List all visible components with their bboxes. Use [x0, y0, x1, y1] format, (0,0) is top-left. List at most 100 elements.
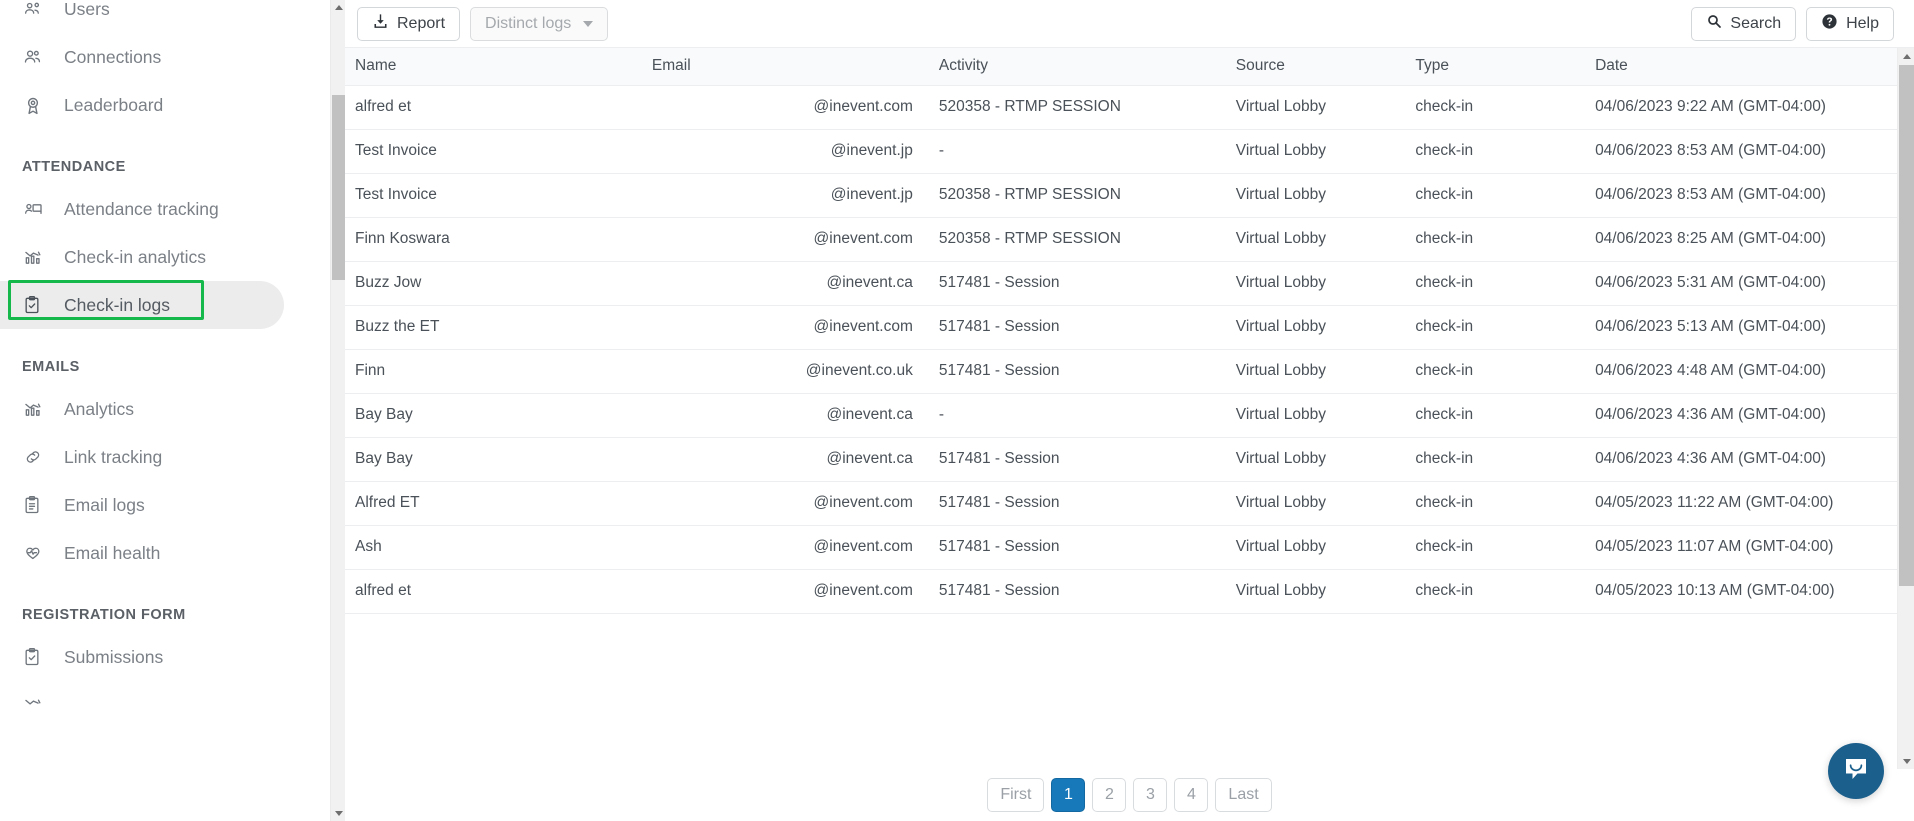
table-row[interactable]: Buzz the ET @inevent.com 517481 - Session V…	[345, 305, 1897, 350]
sidebar-item-label: Connections	[64, 46, 162, 67]
cell-activity: 517481 - Session	[928, 525, 1226, 570]
pagination-page-4[interactable]: 4	[1174, 778, 1209, 812]
cell-activity: 517481 - Session	[928, 569, 1226, 614]
cell-type: check-in	[1405, 129, 1586, 174]
table-header: Name Email Activity Source Type Date	[345, 48, 1897, 86]
cell-source: Virtual Lobby	[1225, 481, 1406, 526]
cell-email: @inevent.com	[641, 217, 929, 262]
help-button-label: Help	[1846, 14, 1879, 32]
cell-date: 04/06/2023 5:13 AM (GMT-04:00)	[1585, 305, 1897, 350]
cell-activity: 520358 - RTMP SESSION	[928, 173, 1226, 218]
cell-type: check-in	[1405, 173, 1586, 218]
attendance-tracking-icon	[22, 197, 52, 221]
table-row[interactable]: Alfred ET @inevent.com 517481 - Session Vir…	[345, 481, 1897, 526]
cell-name: Buzz Jow	[345, 261, 642, 306]
cell-name: Alfred ET	[345, 481, 642, 526]
table-row[interactable]: Ash @inevent.com 517481 - Session Virtual L…	[345, 525, 1897, 570]
sidebar-item-check-in-analytics[interactable]: Check-in analytics	[0, 233, 345, 281]
sidebar-item-leaderboard[interactable]: Leaderboard	[0, 81, 345, 129]
sidebar-scroll-content: Users Connections Leaderboard ATTENDANCE…	[0, 0, 345, 729]
table-scrollbar-thumb[interactable]	[1899, 65, 1914, 586]
table-row[interactable]: Finn Koswara @inevent.com 520358 - RTMP SE…	[345, 217, 1897, 262]
cell-activity: 517481 - Session	[928, 349, 1226, 394]
sidebar-item-check-in-logs[interactable]: Check-in logs	[0, 281, 284, 329]
cell-email: @inevent.com	[641, 85, 929, 130]
sidebar-scrollbar[interactable]	[330, 0, 345, 821]
cell-date: 04/05/2023 11:07 AM (GMT-04:00)	[1585, 525, 1897, 570]
report-button[interactable]: Report	[357, 6, 461, 41]
table-row[interactable]: alfred et @inevent.com 520358 - RTMP SESSI…	[345, 85, 1897, 130]
sidebar-item-users[interactable]: Users	[0, 0, 345, 33]
table-scrollbar[interactable]	[1897, 48, 1914, 769]
sidebar-item-analytics[interactable]: Analytics	[0, 385, 345, 433]
users-icon	[22, 0, 52, 21]
clipboard-check-icon	[22, 293, 52, 317]
scroll-up-arrow-icon[interactable]	[331, 0, 345, 15]
table-header-row: Name Email Activity Source Type Date	[345, 48, 1897, 86]
sidebar-item-connections[interactable]: Connections	[0, 33, 345, 81]
clipboard-list-icon	[22, 493, 52, 517]
sidebar-item-attendance-tracking[interactable]: Attendance tracking	[0, 185, 345, 233]
cell-name: Test Invoice	[345, 173, 642, 218]
scroll-up-arrow-icon[interactable]	[1898, 48, 1914, 65]
column-header-activity[interactable]: Activity	[928, 48, 1226, 86]
cell-type: check-in	[1405, 393, 1586, 438]
sidebar-scrollbar-thumb[interactable]	[332, 95, 345, 280]
column-header-email[interactable]: Email	[641, 48, 929, 86]
sidebar-section-attendance: ATTENDANCE	[22, 159, 126, 175]
table-row[interactable]: alfred et @inevent.com 517481 - Session Vir…	[345, 569, 1897, 614]
check-in-logs-table: Name Email Activity Source Type Date alf…	[345, 48, 1897, 614]
sidebar-item-email-health[interactable]: Email health	[0, 529, 345, 577]
sidebar-item-link-tracking[interactable]: Link tracking	[0, 433, 345, 481]
cell-email: @inevent.jp	[641, 129, 929, 174]
cell-source: Virtual Lobby	[1225, 85, 1406, 130]
analytics-chart-icon	[22, 693, 52, 717]
pagination-first-button[interactable]: First	[987, 778, 1045, 812]
intercom-chat-launcher[interactable]	[1828, 743, 1884, 799]
sidebar-item-label: Email logs	[64, 494, 145, 515]
column-header-date[interactable]: Date	[1585, 48, 1897, 86]
cell-type: check-in	[1405, 481, 1586, 526]
table-row[interactable]: Finn @inevent.co.uk 517481 - Session Virtua…	[345, 349, 1897, 394]
cell-source: Virtual Lobby	[1225, 349, 1406, 394]
table-row[interactable]: Bay Bay @inevent.ca - Virtual Lobby check-in…	[345, 393, 1897, 438]
help-button[interactable]: Help	[1806, 6, 1894, 41]
column-header-name[interactable]: Name	[345, 48, 642, 86]
table-row[interactable]: Test Invoice @inevent.jp - Virtual Lobby che…	[345, 129, 1897, 174]
link-icon	[22, 445, 52, 469]
cell-type: check-in	[1405, 85, 1586, 130]
scroll-down-arrow-icon[interactable]	[1898, 753, 1914, 769]
table-row[interactable]: Buzz Jow @inevent.ca 517481 - Session Virtu…	[345, 261, 1897, 306]
pagination-page-3[interactable]: 3	[1133, 778, 1168, 812]
search-button[interactable]: Search	[1691, 6, 1797, 41]
cell-activity: -	[928, 129, 1226, 174]
cell-date: 04/06/2023 4:36 AM (GMT-04:00)	[1585, 437, 1897, 482]
cell-date: 04/06/2023 8:53 AM (GMT-04:00)	[1585, 173, 1897, 218]
column-header-source[interactable]: Source	[1225, 48, 1406, 86]
cell-source: Virtual Lobby	[1225, 217, 1406, 262]
cell-type: check-in	[1405, 525, 1586, 570]
pagination-page-1[interactable]: 1	[1051, 778, 1086, 812]
table-row[interactable]: Bay Bay @inevent.ca 517481 - Session Virtua…	[345, 437, 1897, 482]
column-header-type[interactable]: Type	[1405, 48, 1586, 86]
sidebar-item-submissions[interactable]: Submissions	[0, 633, 345, 681]
cell-type: check-in	[1405, 569, 1586, 614]
cell-activity: 517481 - Session	[928, 305, 1226, 350]
cell-activity: -	[928, 393, 1226, 438]
distinct-logs-dropdown[interactable]: Distinct logs	[470, 6, 609, 41]
cell-source: Virtual Lobby	[1225, 393, 1406, 438]
sidebar-section-emails: EMAILS	[22, 359, 80, 375]
table-row[interactable]: Test Invoice @inevent.jp 520358 - RTMP SES…	[345, 173, 1897, 218]
download-icon	[372, 13, 389, 35]
sidebar-item-label: Email health	[64, 542, 161, 563]
toolbar-left-group: Report Distinct logs	[357, 6, 609, 41]
pagination-page-2[interactable]: 2	[1092, 778, 1127, 812]
cell-date: 04/05/2023 11:22 AM (GMT-04:00)	[1585, 481, 1897, 526]
pagination-last-button[interactable]: Last	[1215, 778, 1272, 812]
sidebar-item-partial[interactable]	[0, 681, 345, 729]
chevron-down-icon	[583, 20, 594, 27]
cell-date: 04/06/2023 4:36 AM (GMT-04:00)	[1585, 393, 1897, 438]
sidebar-item-email-logs[interactable]: Email logs	[0, 481, 345, 529]
scroll-down-arrow-icon[interactable]	[331, 806, 345, 821]
clipboard-check-icon	[22, 645, 52, 669]
